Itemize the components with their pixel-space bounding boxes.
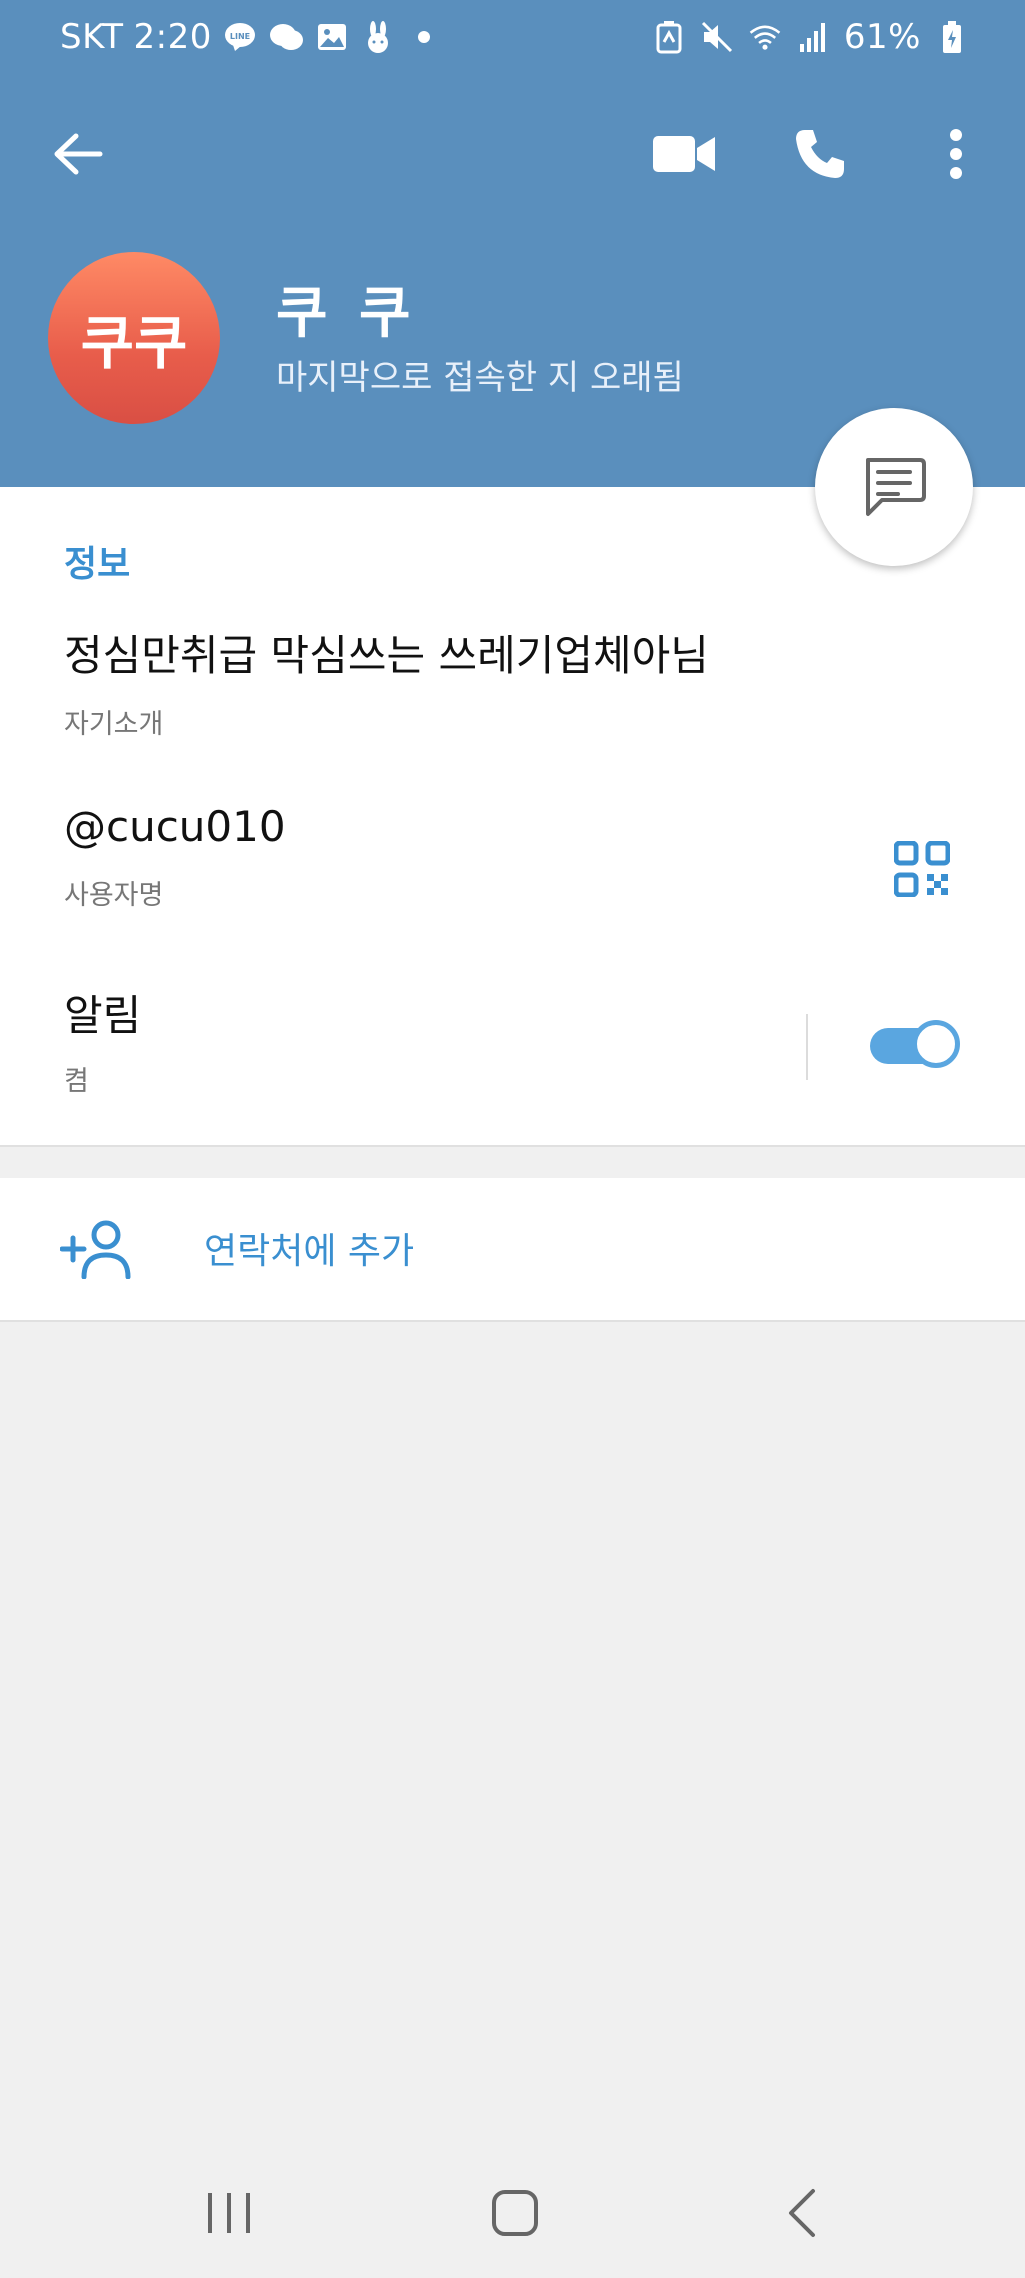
chat-bubble-icon — [268, 19, 304, 55]
video-camera-icon — [653, 136, 715, 172]
data-saver-icon — [652, 20, 686, 54]
signal-icon — [796, 20, 830, 54]
clock-label: 2:20 — [133, 17, 212, 57]
add-contact-label: 연락처에 추가 — [204, 1231, 415, 1272]
voice-call-button[interactable] — [776, 110, 864, 198]
home-icon — [492, 2190, 538, 2236]
add-user-icon — [56, 1208, 138, 1290]
rabbit-app-icon — [360, 19, 396, 55]
status-bar: SKT 2:20 LINE 61% — [0, 0, 1025, 74]
username-label: 사용자명 — [64, 880, 164, 911]
app-bar — [0, 110, 1025, 202]
qr-code-button[interactable] — [880, 827, 964, 911]
bio-text: 정심만취급 막심쓰는 쓰레기업체아님 — [64, 631, 709, 680]
battery-icon — [935, 20, 969, 54]
phone-icon — [796, 130, 844, 178]
gallery-icon — [314, 19, 350, 55]
wifi-icon — [748, 20, 782, 54]
home-button[interactable] — [470, 2178, 560, 2248]
notifications-label[interactable]: 알림 — [64, 982, 141, 1043]
battery-percent: 61% — [843, 17, 921, 57]
more-options-button[interactable] — [912, 110, 1000, 198]
bio-label: 자기소개 — [64, 709, 164, 740]
video-call-button[interactable] — [640, 110, 728, 198]
avatar-initials: 쿠쿠 — [80, 309, 188, 377]
system-nav-bar — [0, 2150, 1025, 2278]
back-button[interactable] — [34, 110, 122, 198]
info-section: 정보 정심만취급 막심쓰는 쓰레기업체아님 자기소개 @cucu010 사용자명… — [0, 487, 1025, 1147]
line-app-icon: LINE — [222, 19, 258, 55]
username-text[interactable]: @cucu010 — [64, 802, 286, 851]
carrier-label: SKT — [60, 17, 124, 57]
profile-name: 쿠 쿠 — [276, 281, 417, 346]
notifications-toggle[interactable] — [866, 1016, 964, 1076]
mute-icon — [700, 20, 734, 54]
send-message-button[interactable] — [815, 408, 973, 566]
system-back-button[interactable] — [758, 2178, 848, 2248]
message-icon — [866, 458, 926, 516]
last-seen-status: 마지막으로 접속한 지 오래됨 — [276, 358, 684, 398]
screen: SKT 2:20 LINE 61% 쿠쿠 쿠 쿠 마지막으로 접속한 지 오래됨… — [0, 0, 1025, 2278]
more-notifications-dot-icon — [406, 19, 442, 55]
avatar[interactable]: 쿠쿠 — [48, 252, 220, 424]
status-right: 61% — [652, 14, 969, 60]
add-contact-row[interactable]: 연락처에 추가 — [0, 1178, 1025, 1322]
svg-text:LINE: LINE — [230, 32, 250, 41]
recent-apps-icon — [208, 2193, 250, 2233]
toggle-knob — [912, 1020, 960, 1068]
divider — [806, 1014, 808, 1080]
section-title-info: 정보 — [64, 544, 131, 585]
notifications-state: 켬 — [64, 1066, 89, 1097]
status-left: SKT 2:20 LINE — [60, 14, 442, 60]
recent-apps-button[interactable] — [184, 2178, 274, 2248]
chevron-left-icon — [789, 2189, 815, 2237]
more-vertical-icon — [950, 129, 962, 179]
qr-code-icon — [894, 841, 950, 897]
back-arrow-icon — [54, 133, 103, 175]
